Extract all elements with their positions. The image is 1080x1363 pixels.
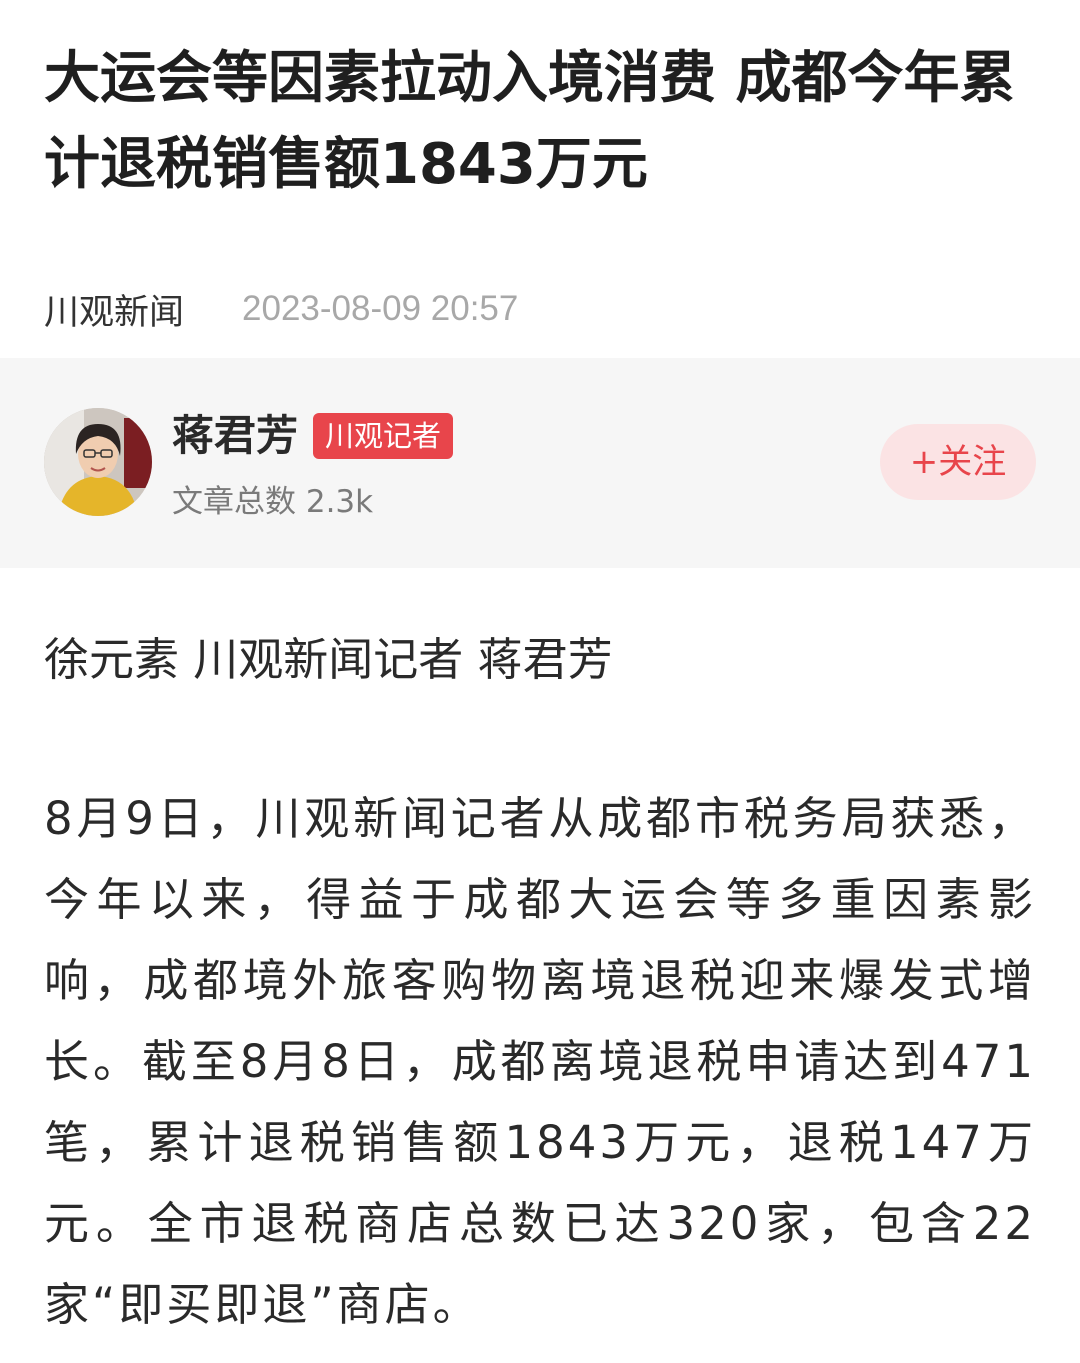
article-count-label: 文章总数	[172, 484, 296, 520]
author-name[interactable]: 蒋君芳	[172, 408, 298, 464]
article-count: 文章总数 2.3k	[172, 480, 373, 524]
article-paragraph: 8月9日，川观新闻记者从成都市税务局获悉，今年以来，得益于成都大运会等多重因素影…	[44, 792, 1036, 1331]
avatar-photo-icon	[44, 408, 152, 516]
publish-time: 2023-08-09 20:57	[242, 289, 519, 328]
article-count-value: 2.3k	[305, 484, 374, 520]
reporter-badge: 川观记者	[313, 413, 454, 459]
author-avatar-icon[interactable]	[44, 408, 152, 516]
author-card[interactable]: 蒋君芳 川观记者 文章总数 2.3k +关注	[0, 358, 1080, 568]
article-meta: 川观新闻 2023-08-09 20:57	[44, 283, 518, 335]
source-name[interactable]: 川观新闻	[44, 284, 184, 335]
article-byline: 徐元素 川观新闻记者 蒋君芳	[44, 633, 613, 686]
article-title: 大运会等因素拉动入境消费 成都今年累计退税销售额1843万元	[44, 46, 1016, 197]
follow-button[interactable]: +关注	[880, 424, 1036, 500]
